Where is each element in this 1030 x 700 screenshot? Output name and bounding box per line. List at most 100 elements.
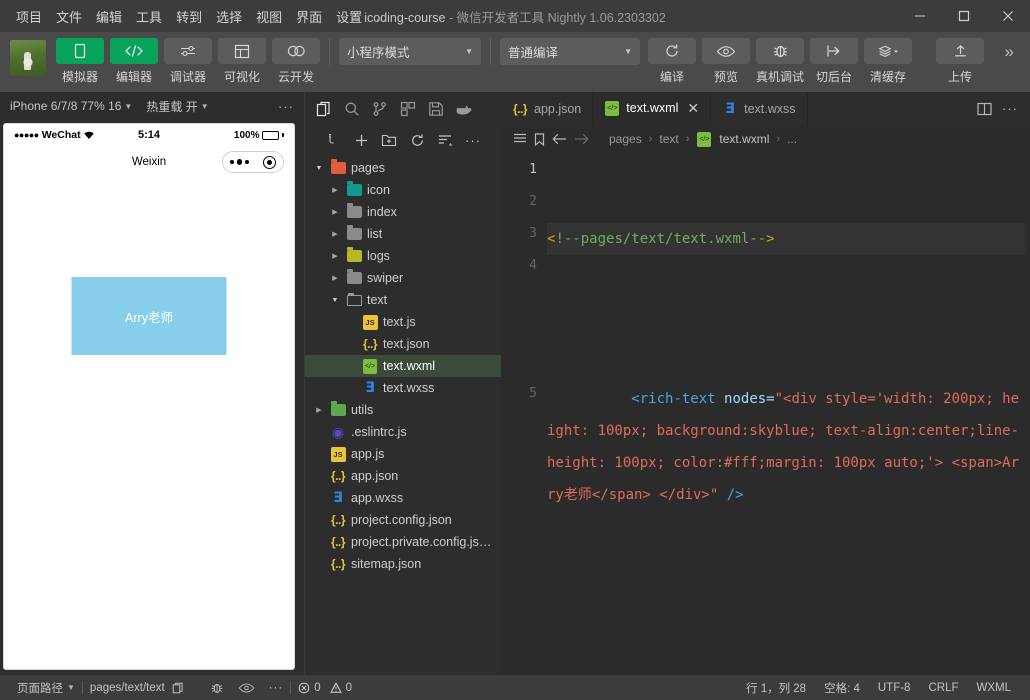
menu-item-goto[interactable]: 转到 <box>169 3 209 30</box>
tree-item-swiper[interactable]: ▶ swiper <box>305 267 501 289</box>
page-path-select[interactable]: 页面路径 ▼ <box>10 680 82 696</box>
toolbar-button-editor[interactable]: 编辑器 <box>110 38 158 85</box>
toolbar-button-compile[interactable]: 编译 <box>648 38 696 85</box>
menu-item-project[interactable]: 项目 <box>9 3 49 30</box>
more-icon[interactable]: ··· <box>465 132 482 149</box>
new-folder-icon[interactable] <box>381 132 398 149</box>
code-content[interactable]: <!--pages/text/text.wxml--> <rich-text n… <box>547 153 1030 675</box>
menu-item-tools[interactable]: 工具 <box>129 3 169 30</box>
maximize-icon[interactable] <box>942 0 986 32</box>
split-editor-icon[interactable] <box>977 102 992 116</box>
menu-item-more[interactable]: ... <box>369 5 394 28</box>
toolbar-button-preview[interactable]: 预览 <box>702 38 750 85</box>
tree-item-list[interactable]: ▶ list <box>305 223 501 245</box>
copy-icon[interactable] <box>172 682 184 694</box>
compile-select[interactable]: 普通编译 ▼ <box>500 38 640 65</box>
status-bug-icon[interactable] <box>203 681 231 695</box>
close-icon[interactable] <box>986 0 1030 32</box>
toolbar-button-upload[interactable]: 上传 <box>936 38 984 85</box>
chevron-right-icon[interactable]: ▶ <box>329 230 341 238</box>
tree-item-app-wxss[interactable]: Ǝapp.wxss <box>305 487 501 509</box>
outline-icon[interactable] <box>513 133 527 145</box>
minimize-icon[interactable] <box>898 0 942 32</box>
indentation[interactable]: 空格: 4 <box>815 680 869 696</box>
breadcrumb-part-text[interactable]: text <box>659 132 678 146</box>
tab-app-json[interactable]: {..} app.json <box>501 92 594 125</box>
menu-item-settings[interactable]: 设置 <box>329 3 369 30</box>
toolbar-button-background[interactable]: 切后台 <box>810 38 858 85</box>
user-avatar[interactable] <box>10 40 46 76</box>
more-dots-icon[interactable] <box>230 159 249 165</box>
more-icon[interactable]: ··· <box>1002 101 1018 116</box>
tree-item-text-wxml[interactable]: </> text.wxml <box>305 355 501 377</box>
tree-item-text[interactable]: ▼ text <box>305 289 501 311</box>
breadcrumb-part-more[interactable]: ... <box>787 132 797 146</box>
mode-select[interactable]: 小程序模式 ▼ <box>339 38 481 65</box>
new-file-icon[interactable] <box>353 132 370 149</box>
tree-item-app-json[interactable]: {..} app.json <box>305 465 501 487</box>
close-tab-icon[interactable]: ✕ <box>687 100 699 117</box>
chevron-right-icon[interactable]: ▶ <box>313 406 325 414</box>
menu-item-view[interactable]: 视图 <box>249 3 289 30</box>
breadcrumb-part-file[interactable]: text.wxml <box>719 132 769 146</box>
editor-scrollbar[interactable] <box>1021 153 1030 675</box>
device-select[interactable]: iPhone 6/7/8 77% 16 ▼ <box>10 99 132 113</box>
wechat-capsule[interactable] <box>222 151 284 173</box>
tree-item-text-wxss[interactable]: Ǝtext.wxss <box>305 377 501 399</box>
menu-item-select[interactable]: 选择 <box>209 3 249 30</box>
tree-item-sitemap-json[interactable]: {..} sitemap.json <box>305 553 501 575</box>
code-area[interactable]: 1 2 3 4 5 <!--pages/text/text.wxml--> <r… <box>501 153 1030 675</box>
back-arrow-icon[interactable] <box>552 133 567 145</box>
tree-item-index[interactable]: ▶ index <box>305 201 501 223</box>
collapse-icon[interactable] <box>325 132 342 149</box>
menu-item-interface[interactable]: 界面 <box>289 3 329 30</box>
files-icon[interactable] <box>311 96 337 122</box>
tree-item-text-js[interactable]: JS text.js <box>305 311 501 333</box>
toolbar-button-clear-cache[interactable]: 清缓存 <box>864 38 912 85</box>
toolbar-button-debugger[interactable]: 调试器 <box>164 38 212 85</box>
tree-item-text-json[interactable]: {..} text.json <box>305 333 501 355</box>
tree-item-utils[interactable]: ▶ utils <box>305 399 501 421</box>
tree-item-icon[interactable]: ▶ icon <box>305 179 501 201</box>
language-mode[interactable]: WXML <box>968 682 1021 694</box>
chevron-right-icon[interactable]: ▶ <box>329 208 341 216</box>
toolbar-button-visual[interactable]: 可视化 <box>218 38 266 85</box>
encoding[interactable]: UTF-8 <box>869 682 920 694</box>
simulator-more-button[interactable]: ··· <box>278 99 294 114</box>
cloud-docker-icon[interactable] <box>451 96 477 122</box>
chevron-down-icon[interactable]: ▼ <box>329 297 341 304</box>
breadcrumb-part-pages[interactable]: pages <box>609 132 642 146</box>
tab-text-wxml[interactable]: </> text.wxml ✕ <box>593 92 712 125</box>
cursor-position[interactable]: 行 1，列 28 <box>737 680 815 696</box>
problems-indicator[interactable]: 0 0 <box>291 682 359 694</box>
source-control-icon[interactable] <box>367 96 393 122</box>
refresh-icon[interactable] <box>409 132 426 149</box>
tree-item-eslintrc-js[interactable]: ◉ .eslintrc.js <box>305 421 501 443</box>
menu-item-file[interactable]: 文件 <box>49 3 89 30</box>
search-icon[interactable] <box>339 96 365 122</box>
status-eye-icon[interactable] <box>231 682 262 694</box>
tree-item-project-config-json[interactable]: {..} project.config.json <box>305 509 501 531</box>
tree-item-logs[interactable]: ▶ logs <box>305 245 501 267</box>
save-icon[interactable] <box>423 96 449 122</box>
chevron-down-icon[interactable]: ▼ <box>313 165 325 172</box>
sort-icon[interactable] <box>437 132 454 149</box>
tree-item-project-private-config-js[interactable]: {..} project.private.config.js… <box>305 531 501 553</box>
toolbar-button-cloud[interactable]: 云开发 <box>272 38 320 85</box>
toolbar-button-simulator[interactable]: 模拟器 <box>56 38 104 85</box>
bookmark-icon[interactable] <box>534 132 545 146</box>
tree-item-pages[interactable]: ▼ pages <box>305 157 501 179</box>
toolbar-button-remote-debug[interactable]: 真机调试 <box>756 38 804 85</box>
status-more-icon[interactable]: ··· <box>262 682 291 694</box>
chevron-right-icon[interactable]: ▶ <box>329 252 341 260</box>
tree-item-app-js[interactable]: JS app.js <box>305 443 501 465</box>
line-ending[interactable]: CRLF <box>919 682 967 694</box>
chevron-right-icon[interactable]: ▶ <box>329 186 341 194</box>
extensions-icon[interactable] <box>395 96 421 122</box>
toolbar-expand-button[interactable]: » <box>999 38 1020 62</box>
hotreload-select[interactable]: 热重载 开 ▼ <box>146 98 208 115</box>
chevron-right-icon[interactable]: ▶ <box>329 274 341 282</box>
forward-arrow-icon[interactable] <box>574 133 589 145</box>
menu-item-edit[interactable]: 编辑 <box>89 3 129 30</box>
tab-text-wxss[interactable]: Ǝ text.wxss <box>711 92 808 125</box>
